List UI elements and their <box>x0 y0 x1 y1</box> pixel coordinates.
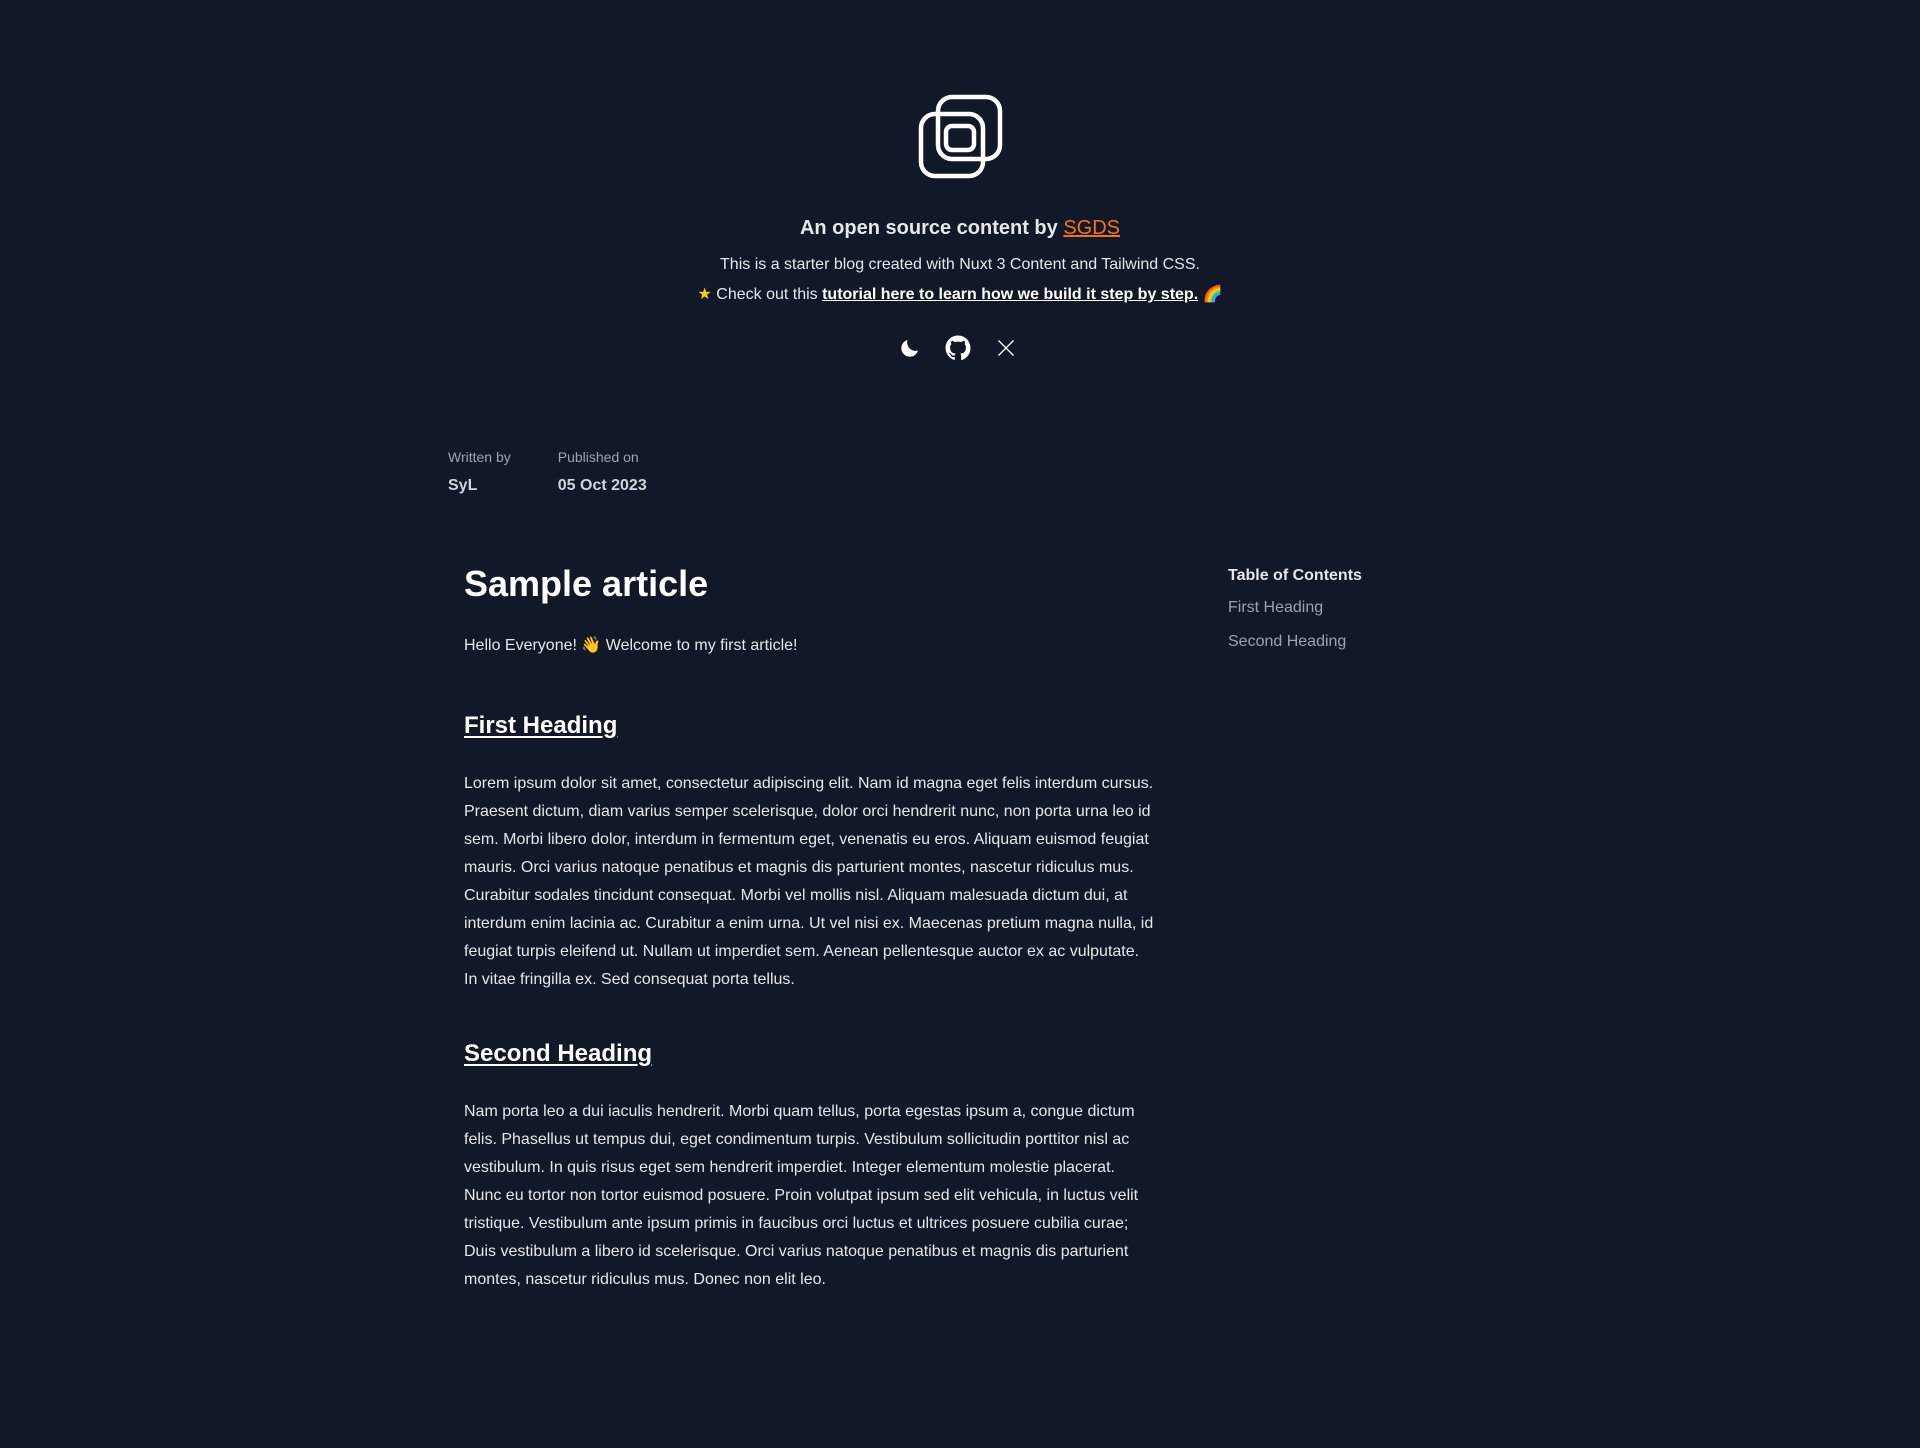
first-heading: First Heading <box>464 710 617 742</box>
tutorial-link[interactable]: tutorial here to learn how we build it s… <box>822 286 1198 303</box>
toc-item-first-heading[interactable]: First Heading <box>1228 599 1362 617</box>
star-icon: ★ <box>697 286 712 303</box>
x-icon[interactable] <box>992 334 1020 362</box>
published-label: Published on <box>557 449 639 465</box>
rainbow-icon: 🌈 <box>1198 286 1223 303</box>
site-description: This is a starter blog created with Nuxt… <box>720 256 1200 273</box>
moon-icon[interactable] <box>896 334 924 362</box>
published-date: 05 Oct 2023 <box>557 477 647 494</box>
page: An open source content by SGDS This is a… <box>0 0 1920 1448</box>
tagline: An open source content by SGDS <box>0 217 1920 240</box>
author-block: Written by SyL <box>448 449 511 495</box>
table-of-contents: Table of Contents First Heading Second H… <box>1228 567 1362 651</box>
sgds-link[interactable]: SGDS <box>1063 217 1120 239</box>
first-heading-link[interactable]: First Heading <box>464 712 617 739</box>
date-block: Published on 05 Oct 2023 <box>558 449 647 495</box>
written-by-label: Written by <box>448 449 511 465</box>
toc-title: Table of Contents <box>1228 567 1362 584</box>
logo-icon[interactable] <box>918 94 1004 180</box>
second-heading: Second Heading <box>464 1038 652 1070</box>
github-icon[interactable] <box>944 334 972 362</box>
second-section-body: Nam porta leo a dui iaculis hendrerit. M… <box>464 1103 1139 1288</box>
article: Sample article Hello Everyone! 👋 Welcome… <box>464 560 1154 1288</box>
tagline-text: An open source content by <box>799 217 1064 239</box>
article-meta: Written by SyL Published on 05 Oct 2023 <box>448 449 647 495</box>
toc-item-second-heading[interactable]: Second Heading <box>1228 633 1362 651</box>
first-section-body: Lorem ipsum dolor sit amet, consectetur … <box>464 775 1154 988</box>
article-title: Sample article <box>464 563 709 604</box>
article-intro: Hello Everyone! 👋 Welcome to my first ar… <box>464 637 798 654</box>
second-heading-link[interactable]: Second Heading <box>464 1040 652 1067</box>
tutorial-line: ★ Check out this tutorial here to learn … <box>0 284 1920 304</box>
header-icons <box>896 334 1020 362</box>
tutorial-prefix: Check out this <box>716 286 823 303</box>
author-name: SyL <box>448 477 478 494</box>
